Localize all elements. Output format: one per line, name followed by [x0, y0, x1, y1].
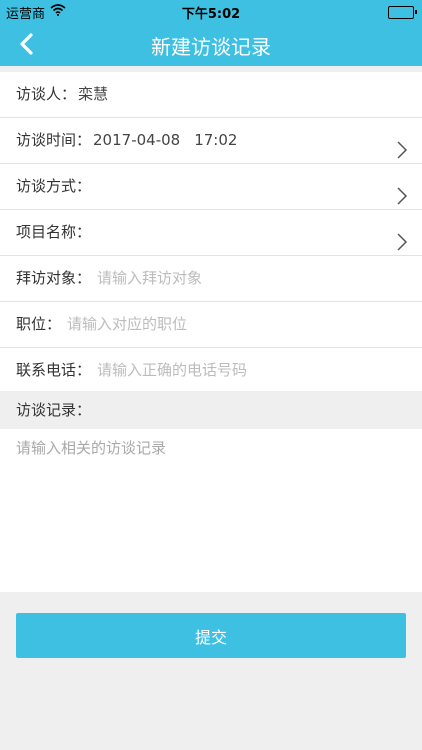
- interviewer-value: 栾慧: [78, 85, 109, 103]
- phone-input[interactable]: [97, 361, 348, 379]
- visit-target-row: 拜访对象：: [0, 256, 422, 302]
- interview-form: 访谈人： 栾慧 访谈时间： 2017-04-08 17:02 访谈方式： 项目名称： …: [0, 72, 422, 394]
- interview-method-label: 访谈方式：: [16, 177, 92, 195]
- project-name-label: 项目名称：: [16, 223, 92, 241]
- battery-icon: [388, 6, 417, 19]
- interview-date-value: 2017-04-08: [93, 131, 181, 149]
- status-bar: 运营商 下午5:02: [0, 0, 422, 22]
- position-label: 职位：: [16, 315, 62, 333]
- notes-area: [0, 429, 422, 592]
- interviewer-label: 访谈人：: [16, 85, 77, 103]
- interviewer-row: 访谈人： 栾慧: [0, 72, 422, 118]
- interview-clock-value: 17:02: [194, 131, 238, 149]
- submit-button[interactable]: 提交: [16, 613, 406, 658]
- interview-time-row[interactable]: 访谈时间： 2017-04-08 17:02: [0, 118, 422, 164]
- navigation-bar: 新建访谈记录: [0, 22, 422, 66]
- chevron-right-icon: [396, 132, 408, 159]
- status-time: 下午5:02: [181, 7, 241, 22]
- position-input[interactable]: [67, 315, 318, 333]
- position-row: 职位：: [0, 302, 422, 348]
- interview-time-label: 访谈时间：: [16, 131, 92, 149]
- notes-textarea[interactable]: [16, 437, 406, 577]
- visit-target-input[interactable]: [97, 269, 348, 287]
- interview-method-row[interactable]: 访谈方式：: [0, 164, 422, 210]
- chevron-right-icon: [396, 178, 408, 205]
- phone-label: 联系电话：: [16, 361, 92, 379]
- notes-section-header: 访谈记录：: [0, 391, 422, 429]
- phone-row: 联系电话：: [0, 348, 422, 394]
- page-title: 新建访谈记录: [151, 35, 271, 59]
- project-name-row[interactable]: 项目名称：: [0, 210, 422, 256]
- visit-target-label: 拜访对象：: [16, 269, 92, 287]
- chevron-right-icon: [396, 224, 408, 251]
